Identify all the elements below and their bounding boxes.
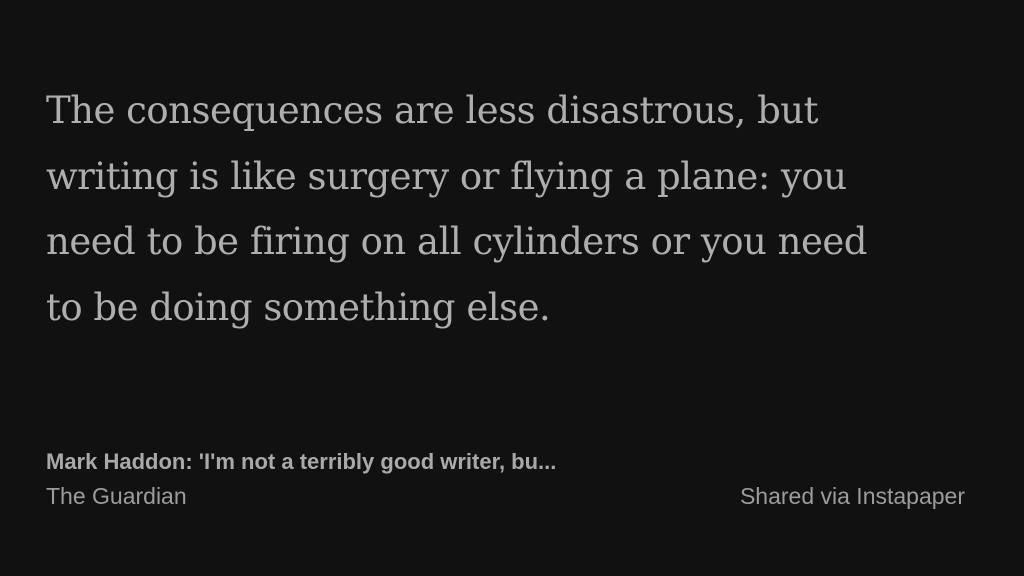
quote-line: to be doing something else. — [46, 285, 551, 329]
shared-via-label: Shared via Instapaper — [739, 483, 965, 509]
quote-line: need to be firing on all cylinders or yo… — [46, 220, 867, 263]
quote-line: writing is like surgery or flying a plan… — [46, 154, 847, 198]
publication-name: The Guardian — [46, 483, 187, 509]
quote-card: The consequences are less disastrous, bu… — [0, 0, 1024, 576]
article-title: Mark Haddon: 'I'm not a terribly good wr… — [46, 449, 557, 474]
quote-line: The consequences are less disastrous, bu… — [46, 89, 818, 132]
quote-text: The consequences are less disastrous, bu… — [46, 78, 976, 340]
